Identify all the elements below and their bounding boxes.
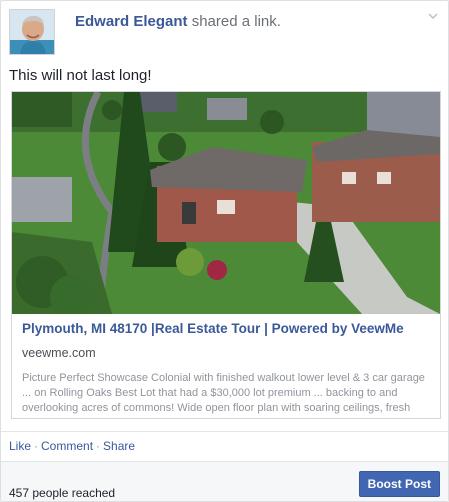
chevron-down-icon bbox=[428, 13, 438, 19]
post-actions: Like · Comment · Share bbox=[9, 439, 135, 453]
link-description: Picture Perfect Showcase Colonial with f… bbox=[22, 372, 425, 418]
post-headline: Edward Elegant shared a link. bbox=[75, 13, 281, 30]
post-header: Edward Elegant shared a link. bbox=[9, 9, 440, 59]
reach-count: 457 people reached bbox=[9, 486, 116, 500]
post-card: Edward Elegant shared a link. This will … bbox=[0, 0, 449, 502]
link-preview[interactable]: Plymouth, MI 48170 |Real Estate Tour | P… bbox=[11, 91, 441, 419]
avatar[interactable] bbox=[9, 9, 55, 55]
separator: · bbox=[96, 439, 101, 453]
link-title[interactable]: Plymouth, MI 48170 |Real Estate Tour | P… bbox=[22, 321, 404, 336]
post-footer: 457 people reached Boost Post bbox=[1, 461, 448, 501]
action-text: shared a link. bbox=[191, 13, 281, 30]
comment-button[interactable]: Comment bbox=[41, 439, 93, 453]
link-preview-image[interactable] bbox=[12, 92, 440, 314]
share-button[interactable]: Share bbox=[103, 439, 135, 453]
link-domain: veewme.com bbox=[22, 346, 96, 360]
post-options-button[interactable] bbox=[426, 9, 440, 23]
divider bbox=[1, 431, 448, 432]
separator: · bbox=[34, 439, 39, 453]
divider bbox=[1, 461, 448, 462]
status-message: This will not last long! bbox=[9, 67, 152, 84]
author-name[interactable]: Edward Elegant bbox=[75, 13, 188, 30]
boost-post-button[interactable]: Boost Post bbox=[358, 471, 440, 497]
like-button[interactable]: Like bbox=[9, 439, 31, 453]
